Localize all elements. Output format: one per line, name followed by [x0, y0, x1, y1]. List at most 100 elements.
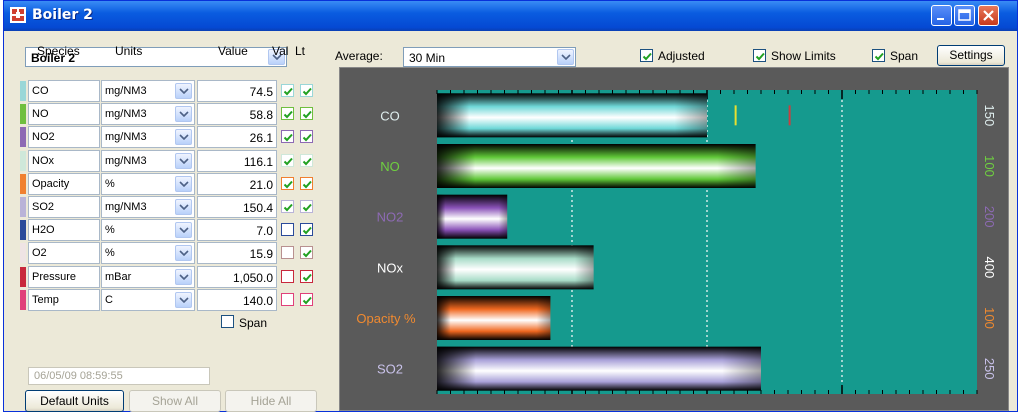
header-value: Value	[218, 44, 248, 58]
units-select[interactable]: %	[101, 172, 195, 195]
val-checkbox[interactable]	[281, 107, 294, 121]
val-checkbox[interactable]	[281, 246, 294, 260]
units-select[interactable]: %	[101, 242, 195, 265]
header-units: Units	[115, 44, 143, 58]
chevron-down-icon[interactable]	[175, 222, 192, 239]
species-value: 7.0	[256, 224, 273, 239]
category-label: NO2	[377, 210, 404, 225]
show-limits-checkbox[interactable]	[753, 49, 766, 62]
lt-checkbox[interactable]	[300, 107, 313, 121]
units-select[interactable]: mg/NM3	[101, 149, 195, 172]
value-cell: 140.0	[197, 288, 277, 311]
units-select[interactable]: mg/NM3	[101, 126, 195, 149]
checkmark-icon	[642, 52, 652, 61]
checkmark-icon	[755, 52, 765, 61]
color-swatch	[20, 266, 26, 287]
units-select[interactable]: mg/NM3	[101, 80, 195, 102]
category-label: SO2	[377, 362, 403, 377]
chevron-down-icon[interactable]	[175, 175, 192, 192]
maximize-button[interactable]	[954, 5, 975, 26]
chevron-down-icon[interactable]	[175, 152, 192, 169]
species-cell: H2O	[28, 219, 100, 242]
hide-all-button[interactable]: Hide All	[225, 390, 317, 412]
units-value: %	[105, 177, 115, 190]
val-checkbox[interactable]	[281, 269, 294, 283]
checkmark-icon	[302, 296, 312, 305]
units-select[interactable]: mBar	[101, 265, 195, 288]
lt-checkbox[interactable]	[300, 269, 313, 283]
lt-checkbox[interactable]	[300, 223, 313, 237]
lt-checkbox[interactable]	[300, 84, 313, 97]
lt-checkbox[interactable]	[300, 292, 313, 306]
chevron-down-icon[interactable]	[175, 268, 192, 285]
checkmark-icon	[283, 134, 293, 142]
span-checkbox[interactable]	[221, 315, 234, 328]
units-value: mg/NM3	[105, 85, 147, 97]
species-value: 74.5	[249, 85, 273, 99]
species-name: NOx	[32, 154, 54, 167]
title-bar[interactable]: Boiler 2	[4, 1, 1017, 31]
category-label: Opacity %	[356, 311, 416, 326]
checkmark-icon	[874, 52, 884, 61]
app-icon	[10, 7, 26, 23]
full-scale-label: 100	[982, 155, 997, 177]
units-value: %	[105, 224, 115, 237]
maximize-icon	[958, 9, 971, 21]
val-checkbox[interactable]	[281, 176, 294, 190]
minimize-button[interactable]	[931, 5, 952, 26]
units-select[interactable]: C	[101, 288, 195, 311]
val-checkbox[interactable]	[281, 200, 294, 213]
val-checkbox[interactable]	[281, 84, 294, 97]
show-all-button[interactable]: Show All	[129, 390, 221, 412]
species-row-so2: SO2 mg/NM3 150.4	[20, 196, 322, 218]
category-label: NO	[380, 159, 400, 174]
chevron-down-icon[interactable]	[175, 83, 192, 99]
units-select[interactable]: mg/NM3	[101, 103, 195, 126]
units-select[interactable]: mg/NM3	[101, 196, 195, 218]
lt-checkbox[interactable]	[300, 246, 313, 260]
checkmark-icon	[283, 87, 293, 96]
units-value: mg/NM3	[105, 131, 147, 144]
chevron-down-icon[interactable]	[175, 106, 192, 123]
val-checkbox[interactable]	[281, 153, 294, 167]
species-cell: SO2	[28, 196, 100, 218]
color-swatch	[20, 243, 26, 264]
header-lt: Lt	[295, 44, 306, 58]
val-checkbox[interactable]	[281, 130, 294, 144]
lt-checkbox[interactable]	[300, 130, 313, 144]
category-label: NOx	[377, 260, 404, 275]
bar-shade	[437, 93, 707, 138]
lt-checkbox[interactable]	[300, 153, 313, 167]
window-title: Boiler 2	[32, 7, 93, 23]
adjusted-checkbox[interactable]	[640, 49, 653, 62]
chevron-down-icon[interactable]	[175, 245, 192, 262]
value-cell: 116.1	[197, 149, 277, 172]
default-units-button[interactable]: Default Units	[25, 390, 124, 412]
val-checkbox[interactable]	[281, 223, 294, 237]
close-button[interactable]	[978, 5, 999, 26]
color-swatch	[20, 197, 26, 217]
checkmark-icon	[302, 157, 312, 166]
val-checkbox[interactable]	[281, 292, 294, 306]
average-select[interactable]: 30 Min	[403, 47, 576, 67]
span-top-checkbox[interactable]	[872, 49, 885, 62]
settings-button[interactable]: Settings	[937, 45, 1005, 66]
lt-checkbox[interactable]	[300, 200, 313, 213]
lt-checkbox[interactable]	[300, 176, 313, 190]
chevron-down-icon[interactable]	[557, 49, 574, 65]
chevron-down-icon[interactable]	[175, 199, 192, 215]
color-swatch	[20, 104, 26, 125]
chevron-down-icon[interactable]	[175, 129, 192, 146]
units-select[interactable]: %	[101, 219, 195, 242]
species-name: NO2	[32, 131, 55, 144]
chevron-down-icon[interactable]	[175, 291, 192, 308]
color-swatch	[20, 289, 26, 310]
timestamp-field: 06/05/09 08:59:55	[28, 367, 210, 385]
species-name: Pressure	[32, 270, 77, 283]
species-name: SO2	[32, 201, 55, 213]
species-row-no: NO mg/NM3 58.8	[20, 103, 322, 126]
species-cell: NO	[28, 103, 100, 126]
units-value: mBar	[105, 270, 132, 283]
color-swatch	[20, 81, 26, 101]
bar-shade	[437, 194, 508, 239]
